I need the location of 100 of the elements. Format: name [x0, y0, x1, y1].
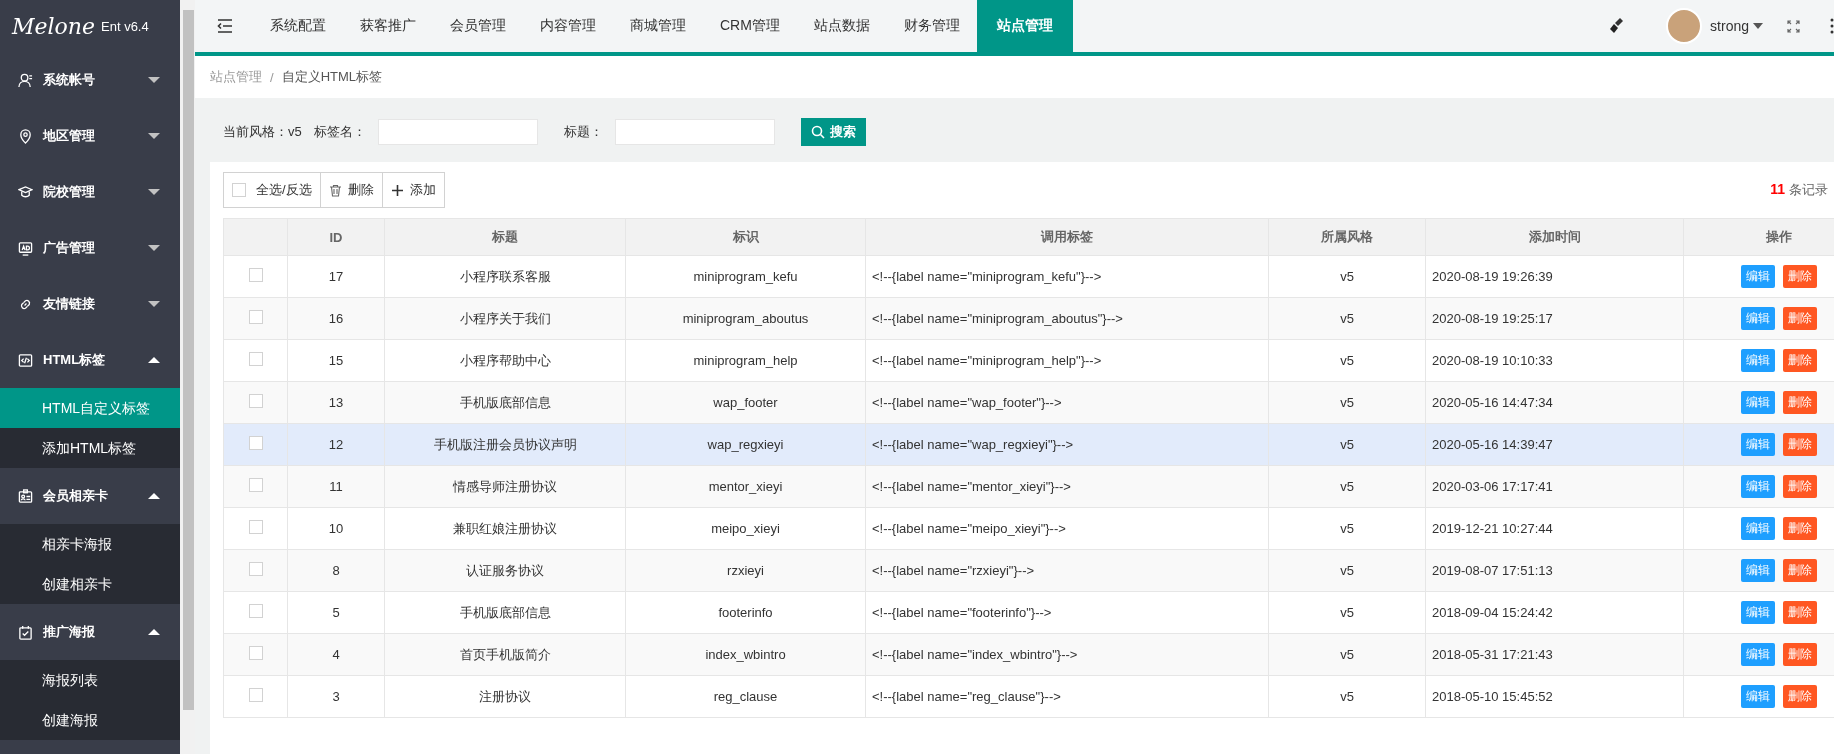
nav-tab[interactable]: 商城管理 [613, 0, 703, 52]
row-checkbox[interactable] [248, 394, 263, 408]
delete-button[interactable]: 删除 [1782, 685, 1817, 708]
sidebar-item[interactable]: 创建海报 [0, 700, 180, 740]
table-cell: wap_footer [625, 381, 866, 424]
sidebar-group[interactable]: 友情链接 [0, 276, 180, 332]
ad-icon [18, 240, 33, 256]
id-card-icon [18, 488, 33, 504]
delete-button[interactable]: 删除 [1782, 349, 1817, 372]
edit-button[interactable]: 编辑 [1740, 685, 1775, 708]
row-checkbox[interactable] [248, 436, 263, 450]
nav-tab[interactable]: 系统配置 [253, 0, 343, 52]
sidebar-group[interactable]: 会员相亲卡 [0, 468, 180, 524]
caret-icon [148, 493, 160, 499]
edit-button[interactable]: 编辑 [1740, 307, 1775, 330]
nav-tab[interactable]: 站点管理 [976, 0, 1073, 52]
sidebar-item[interactable]: 添加HTML标签 [0, 428, 180, 468]
user-icon [18, 72, 33, 88]
more-icon[interactable] [1830, 18, 1834, 34]
table-cell: v5 [1268, 675, 1426, 718]
edit-button[interactable]: 编辑 [1740, 265, 1775, 288]
delete-button[interactable]: 删除 [1782, 391, 1817, 414]
delete-button[interactable]: 删除 [1782, 559, 1817, 582]
table-cell: 2020-08-19 10:10:33 [1425, 339, 1684, 382]
nav-tab[interactable]: 站点数据 [796, 0, 887, 52]
edit-button[interactable]: 编辑 [1740, 643, 1775, 666]
table-cell: 首页手机版简介 [384, 633, 626, 676]
avatar[interactable] [1666, 8, 1703, 44]
username[interactable]: strong [1710, 18, 1749, 34]
row-checkbox[interactable] [248, 688, 263, 702]
pin-icon [18, 128, 33, 144]
sidebar-group[interactable]: 推广海报 [0, 604, 180, 660]
row-checkbox[interactable] [248, 646, 263, 660]
scrollbar[interactable] [180, 0, 195, 754]
table-cell: 13 [287, 381, 385, 424]
table-cell: 情感导师注册协议 [384, 465, 626, 508]
nav-tab[interactable]: CRM管理 [703, 0, 797, 52]
table-cell: 2020-08-19 19:25:17 [1425, 297, 1684, 340]
table-cell: 认证服务协议 [384, 549, 626, 592]
row-checkbox[interactable] [248, 604, 263, 618]
edit-button[interactable]: 编辑 [1740, 433, 1775, 456]
sidebar-group[interactable]: 广告管理 [0, 220, 180, 276]
sidebar-item[interactable]: 相亲卡海报 [0, 524, 180, 564]
logo: Melone [12, 13, 95, 39]
table-cell: mentor_xieyi [625, 465, 866, 508]
search-button[interactable]: 搜索 [800, 118, 866, 146]
delete-button[interactable]: 删除 [1782, 307, 1817, 330]
table-cell: v5 [1268, 591, 1426, 634]
record-label: 条记录 [1789, 182, 1828, 197]
table-cell: 4 [287, 633, 385, 676]
table-cell: meipo_xieyi [625, 507, 866, 550]
input-field[interactable] [614, 119, 775, 145]
sidebar-group[interactable]: HTML标签 [0, 332, 180, 388]
edit-button[interactable]: 编辑 [1740, 391, 1775, 414]
edit-button[interactable]: 编辑 [1740, 475, 1775, 498]
nav-tab[interactable]: 内容管理 [523, 0, 613, 52]
row-checkbox[interactable] [248, 268, 263, 282]
caret-icon[interactable] [1753, 23, 1763, 29]
nav-tab[interactable]: 财务管理 [886, 0, 977, 52]
input-field[interactable] [377, 119, 538, 145]
row-checkbox[interactable] [248, 562, 263, 576]
sidebar-item[interactable]: 海报列表 [0, 660, 180, 700]
table-cell: 2019-08-07 17:51:13 [1425, 549, 1684, 592]
breadcrumb-current: 自定义HTML标签 [281, 68, 382, 86]
fullscreen-icon[interactable] [1787, 19, 1800, 33]
sidebar-group[interactable]: 院校管理 [0, 164, 180, 220]
breadcrumb-link[interactable]: 站点管理 [210, 68, 262, 86]
delete-button[interactable]: 删除 [1782, 643, 1817, 666]
table-cell: 手机版底部信息 [384, 591, 626, 634]
caret-icon [148, 245, 160, 251]
delete-button[interactable]: 删除 [1782, 433, 1817, 456]
edit-button[interactable]: 编辑 [1740, 517, 1775, 540]
edit-button[interactable]: 编辑 [1740, 559, 1775, 582]
column-header: 标识 [625, 218, 866, 256]
nav-tab[interactable]: 会员管理 [433, 0, 523, 52]
table-cell: 2019-12-21 10:27:44 [1425, 507, 1684, 550]
table-cell: wap_regxieyi [625, 423, 866, 466]
menu-icon[interactable] [217, 19, 233, 33]
sidebar-item[interactable]: 创建相亲卡 [0, 564, 180, 604]
sidebar-item[interactable]: HTML自定义标签 [0, 388, 180, 428]
sidebar-group[interactable]: 系统帐号 [0, 52, 180, 108]
edit-button[interactable]: 编辑 [1740, 601, 1775, 624]
nav-tab[interactable]: 获客推广 [343, 0, 433, 52]
row-checkbox[interactable] [248, 520, 263, 534]
row-checkbox[interactable] [248, 478, 263, 492]
row-checkbox[interactable] [248, 310, 263, 324]
row-checkbox[interactable] [248, 352, 263, 366]
delete-button[interactable]: 删除 [1782, 475, 1817, 498]
caret-icon [148, 77, 160, 83]
table-cell: <!--{label name="miniprogram_aboutus"}--> [865, 297, 1269, 340]
delete-button[interactable]: 删除 [1782, 265, 1817, 288]
delete-button[interactable]: 删除 [1782, 517, 1817, 540]
sidebar-group[interactable]: 地区管理 [0, 108, 180, 164]
delete-button[interactable]: 删除 [1782, 601, 1817, 624]
column-header: 调用标签 [865, 218, 1269, 256]
table-cell: <!--{label name="wap_regxieyi"}--> [865, 423, 1269, 466]
edit-button[interactable]: 编辑 [1740, 349, 1775, 372]
breadcrumb-separator: / [270, 69, 274, 85]
code-icon [18, 352, 33, 368]
table-cell: 12 [287, 423, 385, 466]
